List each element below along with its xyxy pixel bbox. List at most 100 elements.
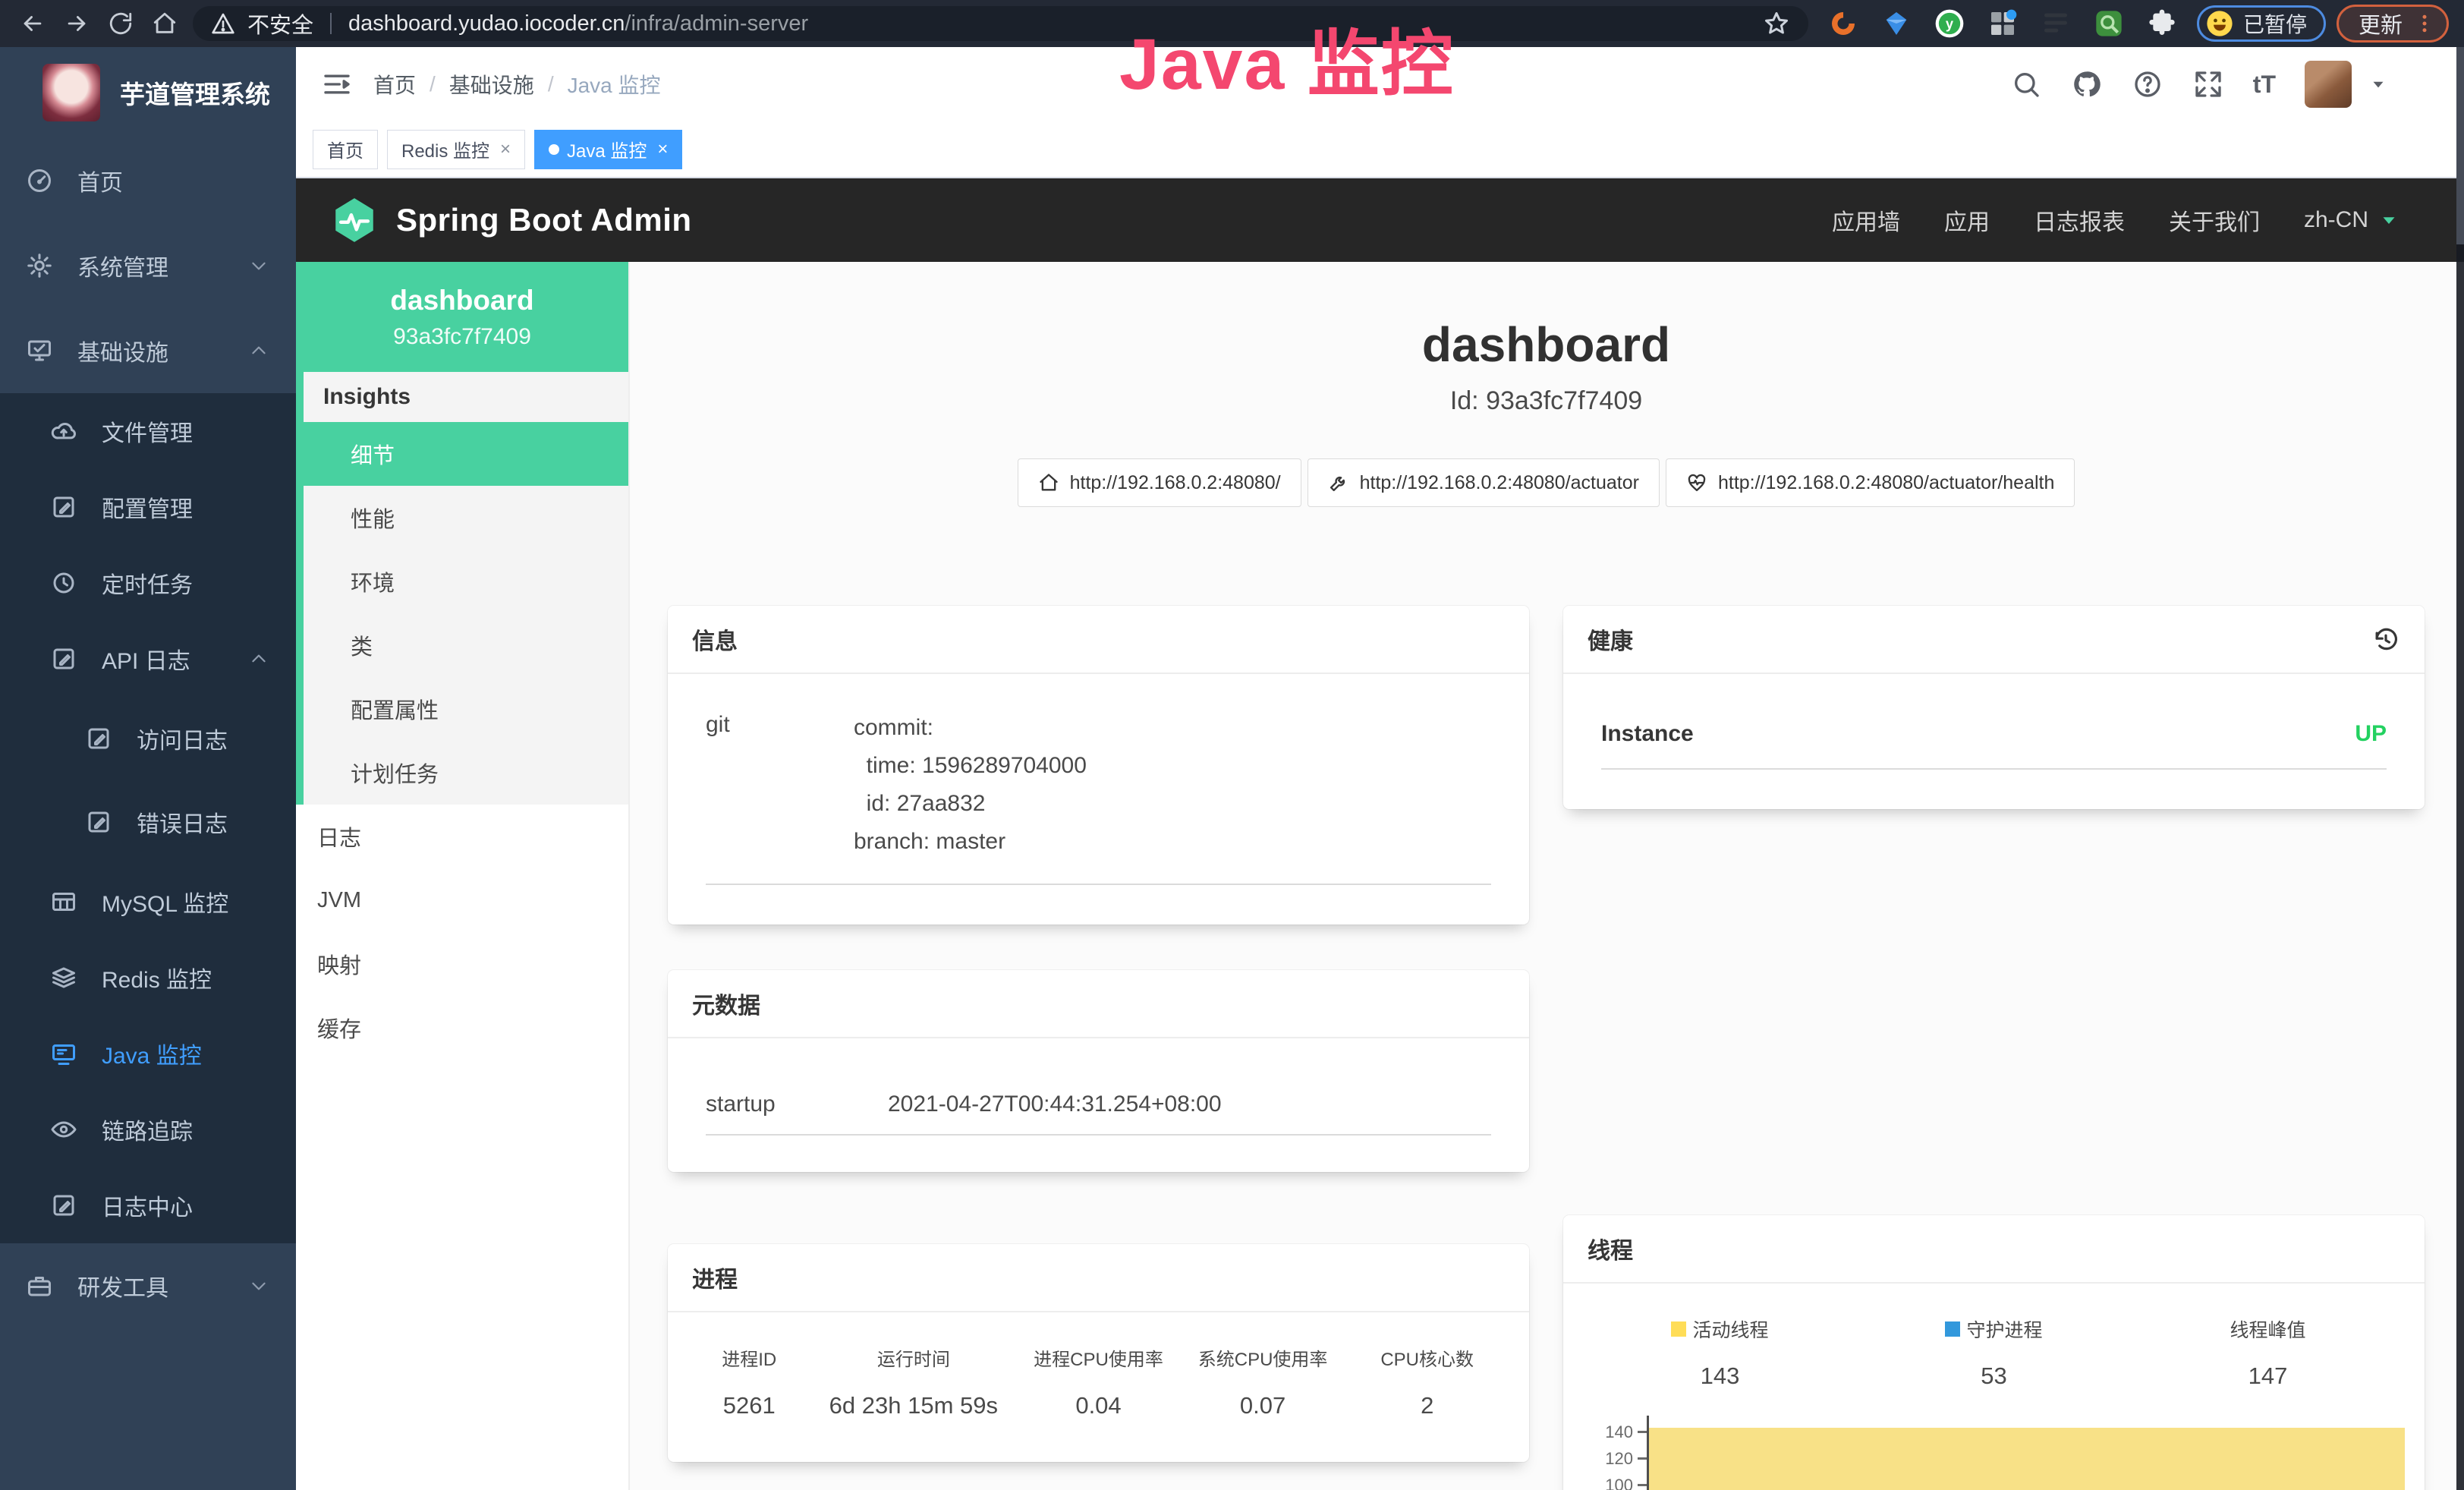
sidebar-item-系统管理[interactable]: 系统管理 — [0, 223, 296, 308]
sidebar-item-label: 系统管理 — [77, 249, 168, 282]
sba-locale-label: zh-CN — [2304, 207, 2368, 233]
gem-extension-icon[interactable] — [1880, 7, 1913, 40]
history-icon[interactable] — [2371, 625, 2400, 654]
green-y-extension-icon[interactable]: y — [1933, 7, 1966, 40]
sidebar-item-Java 监控[interactable]: Java 监控 — [0, 1016, 296, 1092]
sidebar-item-研发工具[interactable]: 研发工具 — [0, 1243, 296, 1328]
sba-brand[interactable]: Spring Boot Admin — [329, 195, 692, 245]
sba-instance-header[interactable]: dashboard 93a3fc7f7409 — [296, 262, 628, 372]
sba-menu-性能[interactable]: 性能 — [304, 486, 628, 550]
sba-nav: 应用墙 应用 日志报表 关于我们 zh-CN — [1832, 203, 2431, 237]
sidebar-item-文件管理[interactable]: 文件管理 — [0, 393, 296, 469]
content-region: 首页/基础设施/Java 监控 tT 首页Redis 监控×Java 监控× S… — [296, 47, 2464, 1490]
sba-menu-JVM[interactable]: JVM — [296, 868, 628, 932]
metadata-row-key: startup — [706, 1092, 888, 1117]
tab-close-icon[interactable]: × — [657, 139, 668, 160]
sba-sidebar: dashboard 93a3fc7f7409 Insights 细节性能环境类配… — [296, 262, 630, 1490]
fullscreen-icon[interactable] — [2192, 68, 2224, 100]
sidebar-item-首页[interactable]: 首页 — [0, 138, 296, 223]
app-window: 芋道管理系统 首页系统管理基础设施文件管理配置管理定时任务API 日志访问日志错… — [0, 47, 2464, 1490]
sba-menu-配置属性[interactable]: 配置属性 — [304, 677, 628, 741]
sidebar-item-日志中心[interactable]: 日志中心 — [0, 1167, 296, 1243]
java-monitor-icon — [50, 1040, 77, 1067]
sba-nav-应用[interactable]: 应用 — [1944, 203, 1990, 237]
app-logo-row[interactable]: 芋道管理系统 — [0, 47, 296, 138]
browser-nav-buttons — [15, 6, 182, 41]
list-extension-icon[interactable] — [2039, 7, 2072, 40]
threads-legend: 活动线程143守护进程53线程峰值147 — [1583, 1315, 2405, 1390]
browser-menu-icon[interactable] — [2413, 12, 2436, 35]
sba-menu-细节[interactable]: 细节 — [304, 422, 628, 486]
security-label: 不安全 — [247, 8, 313, 39]
sidebar-item-链路追踪[interactable]: 链路追踪 — [0, 1092, 296, 1167]
sba-menu-环境[interactable]: 环境 — [304, 550, 628, 613]
process-value: 5261 — [688, 1392, 810, 1419]
github-icon[interactable] — [2071, 68, 2103, 100]
font-size-icon[interactable]: tT — [2253, 71, 2276, 99]
address-bar[interactable]: 不安全 dashboard.yudao.iocoder.cn/infra/adm… — [193, 6, 1808, 41]
health-card: 健康 Instance UP — [1563, 606, 2425, 809]
sba-nav-日志报表[interactable]: 日志报表 — [2034, 203, 2125, 237]
info-value-line: branch: master — [854, 823, 1087, 861]
sidebar-item-label: Redis 监控 — [102, 961, 212, 994]
metadata-row-value: 2021-04-27T00:44:31.254+08:00 — [888, 1092, 1222, 1117]
instance-link-button[interactable]: http://192.168.0.2:48080/actuator/health — [1666, 458, 2075, 507]
main-sidebar: 芋道管理系统 首页系统管理基础设施文件管理配置管理定时任务API 日志访问日志错… — [0, 47, 296, 1490]
sidebar-item-label: MySQL 监控 — [102, 885, 228, 918]
tab-Java 监控[interactable]: Java 监控× — [534, 130, 682, 169]
breadcrumb-item[interactable]: 首页 — [373, 69, 416, 99]
instance-link-button[interactable]: http://192.168.0.2:48080/ — [1018, 458, 1301, 507]
instance-link-url: http://192.168.0.2:48080/actuator — [1360, 472, 1639, 494]
sidebar-item-访问日志[interactable]: 访问日志 — [0, 697, 296, 780]
tab-Redis 监控[interactable]: Redis 监控× — [387, 130, 525, 169]
profile-chip[interactable]: 已暂停 — [2197, 5, 2326, 42]
profile-chip-label: 已暂停 — [2243, 8, 2307, 39]
instance-link-button[interactable]: http://192.168.0.2:48080/actuator — [1308, 458, 1660, 507]
search-icon[interactable] — [2010, 68, 2042, 100]
home-icon[interactable] — [147, 6, 182, 41]
help-icon[interactable] — [2132, 68, 2163, 100]
tab-首页[interactable]: 首页 — [313, 130, 378, 169]
info-value-line: commit: — [854, 709, 1087, 747]
sba-nav-应用墙[interactable]: 应用墙 — [1832, 203, 1900, 237]
sidebar-item-MySQL 监控[interactable]: MySQL 监控 — [0, 864, 296, 940]
bookmark-star-icon[interactable] — [1763, 10, 1790, 37]
scrollbar-thumb[interactable] — [2456, 47, 2464, 244]
leaf-zoom-extension-icon[interactable] — [2092, 7, 2126, 40]
health-instance-row: Instance UP — [1601, 721, 2387, 770]
sidebar-item-Redis 监控[interactable]: Redis 监控 — [0, 940, 296, 1016]
forward-arrow-icon[interactable] — [59, 6, 94, 41]
heartbeat-icon — [1686, 472, 1707, 493]
sidebar-item-API 日志[interactable]: API 日志 — [0, 621, 296, 697]
sba-menu-计划任务[interactable]: 计划任务 — [304, 741, 628, 805]
sidebar-item-定时任务[interactable]: 定时任务 — [0, 545, 296, 621]
active-tab-dot — [549, 144, 559, 155]
sba-locale-select[interactable]: zh-CN — [2304, 207, 2400, 233]
main-menu: 首页系统管理基础设施文件管理配置管理定时任务API 日志访问日志错误日志 MySQ… — [0, 138, 296, 1328]
update-browser-button[interactable]: 更新 — [2337, 5, 2449, 43]
colorzilla-extension-icon[interactable] — [1827, 7, 1860, 40]
sba-nav-关于我们[interactable]: 关于我们 — [2169, 203, 2260, 237]
sba-brand-title: Spring Boot Admin — [396, 202, 692, 238]
page-scrollbar[interactable] — [2456, 47, 2464, 1490]
user-avatar[interactable] — [2305, 61, 2352, 108]
legend-color-swatch — [1671, 1321, 1686, 1337]
sba-menu-映射[interactable]: 映射 — [296, 932, 628, 996]
breadcrumb-item[interactable]: 基础设施 — [449, 69, 534, 99]
hamburger-icon[interactable] — [322, 69, 352, 99]
avatar-caret-icon[interactable] — [2368, 74, 2388, 94]
edit-square-icon — [50, 645, 77, 673]
sidebar-item-基础设施[interactable]: 基础设施 — [0, 308, 296, 393]
reload-icon[interactable] — [103, 6, 138, 41]
sidebar-item-错误日志[interactable]: 错误日志 — [0, 780, 296, 864]
tab-close-icon[interactable]: × — [500, 139, 511, 160]
sidebar-item-配置管理[interactable]: 配置管理 — [0, 469, 296, 545]
legend-label: 线程峰值 — [2230, 1315, 2305, 1343]
puzzle-extensions-icon[interactable] — [2145, 7, 2179, 40]
sba-menu-类[interactable]: 类 — [304, 613, 628, 677]
sba-menu-缓存[interactable]: 缓存 — [296, 996, 628, 1060]
back-arrow-icon[interactable] — [15, 6, 50, 41]
sba-menu-日志[interactable]: 日志 — [296, 805, 628, 868]
eye-icon — [50, 1116, 77, 1143]
grid-extension-icon[interactable] — [1986, 7, 2019, 40]
